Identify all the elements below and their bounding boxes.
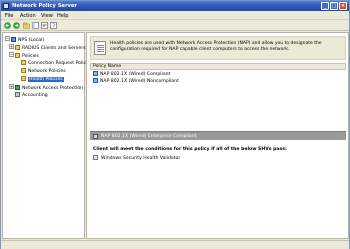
folder-icon bbox=[21, 68, 26, 73]
description-panel: Health policies are used with Network Ac… bbox=[90, 36, 346, 60]
server-icon bbox=[11, 37, 16, 42]
window-title: Network Policy Server bbox=[12, 3, 77, 9]
tree-item-health-policies[interactable]: Health Policies bbox=[21, 76, 64, 83]
status-bar bbox=[1, 240, 349, 249]
tree-item-label: NPS (Local) bbox=[18, 38, 45, 43]
forward-icon[interactable] bbox=[13, 22, 20, 29]
tree-item-label: Connection Request Polici bbox=[28, 61, 88, 66]
tree-item-label: Policies bbox=[22, 54, 39, 59]
shv-label: Windows Security Health Validator bbox=[101, 156, 181, 161]
policy-name: NAP 802.1X (Wired) Compliant bbox=[100, 72, 171, 77]
tree-item-connection-request-policies[interactable]: Connection Request Polici bbox=[21, 60, 87, 67]
document-icon bbox=[94, 41, 106, 55]
tree-item-nps-local[interactable]: − NPS (Local) bbox=[5, 36, 44, 43]
description-text: Health policies are used with Network Ac… bbox=[110, 41, 322, 52]
detail-header[interactable]: NAP 802.1X (Wired) Enterprise Compliant bbox=[90, 131, 346, 140]
minimize-button[interactable]: _ bbox=[321, 2, 329, 10]
detail-title: NAP 802.1X (Wired) Enterprise Compliant bbox=[101, 134, 197, 139]
column-header-policy-name[interactable]: Policy Name bbox=[90, 63, 346, 70]
tree-item-radius-clients[interactable]: + RADIUS Clients and Servers bbox=[9, 44, 86, 51]
tree-item-label: Network Access Protection bbox=[22, 86, 84, 91]
folder-icon bbox=[21, 60, 26, 65]
toolbar: ? bbox=[1, 20, 349, 31]
menu-action[interactable]: Action bbox=[20, 13, 36, 19]
results-pane: Health policies are used with Network Ac… bbox=[86, 32, 349, 239]
shv-item: Windows Security Health Validator bbox=[93, 155, 180, 161]
shield-icon bbox=[15, 85, 20, 90]
tree-item-label: Accounting bbox=[22, 93, 48, 98]
tree-item-label: Health Policies bbox=[28, 77, 64, 82]
tree-item-accounting[interactable]: Accounting bbox=[15, 92, 48, 99]
menu-help[interactable]: Help bbox=[57, 13, 68, 19]
help-icon[interactable]: ? bbox=[50, 22, 57, 29]
condition-heading: Client will meet the conditions for this… bbox=[93, 147, 287, 152]
back-icon[interactable] bbox=[4, 22, 11, 29]
list-item[interactable]: NAP 802.1X (Wired) Compliant bbox=[93, 71, 170, 78]
folder-icon bbox=[15, 45, 20, 50]
validator-icon bbox=[93, 155, 98, 160]
title-bar[interactable]: Network Policy Server _ □ × bbox=[1, 1, 349, 11]
maximize-button[interactable]: □ bbox=[330, 2, 338, 10]
accounting-icon bbox=[15, 92, 20, 97]
tree-item-label: RADIUS Clients and Servers bbox=[22, 46, 86, 51]
console-tree: − NPS (Local) + RADIUS Clients and Servers… bbox=[2, 32, 87, 239]
folder-icon bbox=[21, 76, 26, 81]
tree-item-network-access-protection[interactable]: + Network Access Protection bbox=[9, 84, 83, 91]
menu-view[interactable]: View bbox=[41, 13, 53, 19]
health-policy-icon bbox=[93, 134, 98, 139]
mmc-window: Network Policy Server _ □ × File Action … bbox=[0, 0, 350, 249]
show-hide-tree-icon[interactable] bbox=[32, 22, 39, 29]
expand-icon[interactable]: + bbox=[9, 44, 14, 49]
up-folder-icon[interactable] bbox=[23, 22, 30, 29]
collapse-icon[interactable]: − bbox=[5, 36, 10, 41]
svg-text:?: ? bbox=[52, 24, 55, 29]
health-policy-icon bbox=[93, 78, 98, 83]
detail-panel: Client will meet the conditions for this… bbox=[90, 140, 346, 236]
tree-item-network-policies[interactable]: Network Policies bbox=[21, 68, 66, 75]
expand-icon[interactable]: + bbox=[9, 84, 14, 89]
tree-item-policies[interactable]: − Policies bbox=[9, 52, 39, 59]
folder-icon bbox=[15, 53, 20, 58]
list-item[interactable]: NAP 802.1X (Wired) Noncompliant bbox=[93, 78, 179, 85]
nps-app-icon bbox=[3, 3, 9, 9]
properties-icon[interactable] bbox=[41, 22, 48, 29]
tree-item-label: Network Policies bbox=[28, 69, 66, 74]
policy-name: NAP 802.1X (Wired) Noncompliant bbox=[100, 79, 179, 84]
menu-bar: File Action View Help bbox=[1, 11, 349, 20]
collapse-icon[interactable]: − bbox=[9, 52, 14, 57]
menu-file[interactable]: File bbox=[5, 13, 13, 19]
health-policy-icon bbox=[93, 71, 98, 76]
close-button[interactable]: × bbox=[339, 2, 347, 10]
